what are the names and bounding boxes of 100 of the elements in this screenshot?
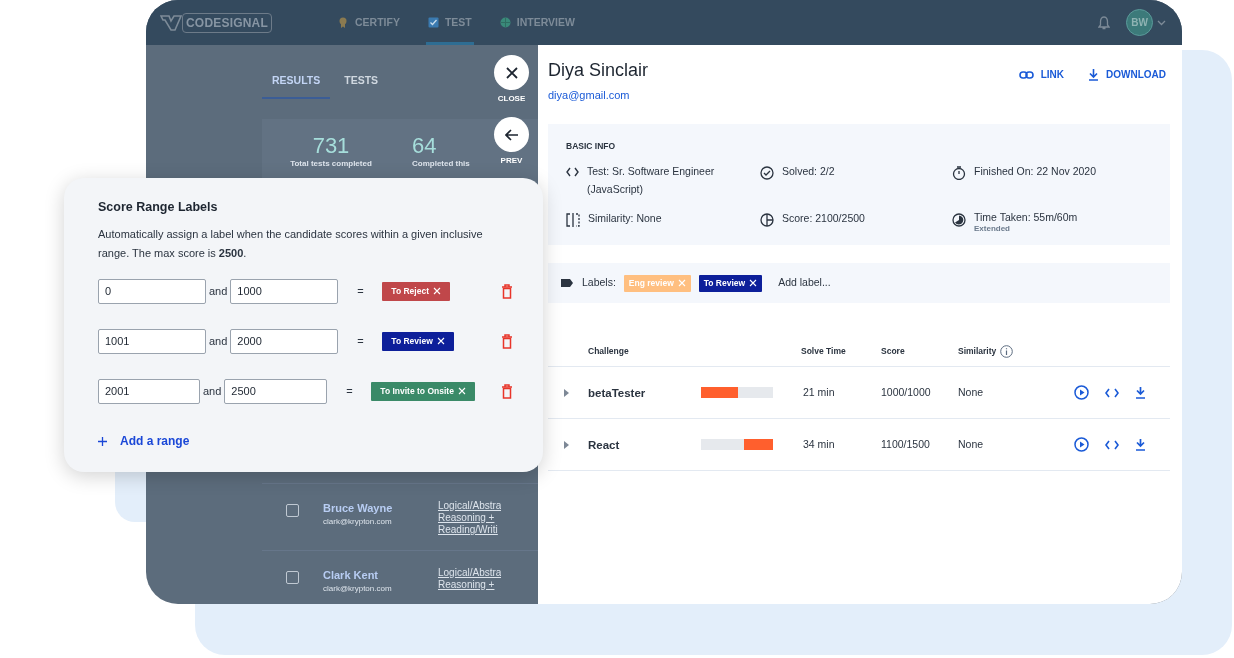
stat-value: 731 xyxy=(312,133,350,158)
column-header: Challenge xyxy=(588,345,630,359)
test-link-line[interactable]: Reading/Writi xyxy=(438,523,502,536)
download-icon[interactable] xyxy=(1135,386,1146,400)
test-link-line[interactable]: Logical/Abstra xyxy=(438,566,502,579)
candidate-email: clark@krypton.com xyxy=(323,516,393,529)
labels-caption: Labels: xyxy=(582,275,616,291)
similarity: None xyxy=(958,384,985,400)
test-link-line[interactable]: Reasoning + xyxy=(438,511,502,524)
plus-icon xyxy=(98,436,107,446)
stat-label: Completed this xyxy=(412,157,470,170)
tag-icon xyxy=(560,278,574,289)
globe-icon xyxy=(499,16,511,29)
label-tag[interactable]: To Invite to Onsite xyxy=(371,381,475,401)
pie-icon xyxy=(760,213,774,228)
trash-icon[interactable] xyxy=(501,383,513,399)
score: 1000/1000 xyxy=(881,384,932,400)
label-tag[interactable]: To Reject xyxy=(382,281,450,301)
equals-sign: = xyxy=(356,284,365,299)
candidate-name[interactable]: Clark Kent xyxy=(323,566,438,584)
dialog-title: Score Range Labels xyxy=(98,199,219,216)
info-text: Similarity: None xyxy=(588,211,662,227)
column-header: Solve Time xyxy=(801,345,847,359)
section-title: BASIC INFO xyxy=(566,140,617,153)
label-tag[interactable]: To Review xyxy=(382,331,454,351)
info-text: Finished On: 22 Nov 2020 xyxy=(974,163,1096,179)
challenge-name: betaTester xyxy=(588,386,647,401)
checkbox[interactable] xyxy=(286,503,299,517)
download-icon xyxy=(1088,68,1099,81)
half-clock-icon xyxy=(952,213,966,228)
expand-icon[interactable] xyxy=(564,388,569,397)
similarity: None xyxy=(958,436,985,452)
dialog-description: Automatically assign a label when the candidate scores within a given inclusive range. The max score is 2500. xyxy=(98,226,484,261)
nav-tab[interactable]: TEST xyxy=(425,0,474,45)
solve-time: 21 min xyxy=(803,385,835,398)
stopwatch-icon xyxy=(952,165,966,180)
logo-icon xyxy=(160,13,182,32)
checkbox[interactable] xyxy=(286,570,299,584)
column-header: Score xyxy=(881,345,906,359)
candidate-email: clark@krypton.com xyxy=(323,583,393,596)
stat-value: 64 xyxy=(412,133,437,158)
range-start-field[interactable]: 0 xyxy=(98,278,206,304)
arrow-left-icon xyxy=(504,128,519,141)
button-label: CLOSE xyxy=(497,93,526,105)
email-link[interactable]: diya@gmail.com xyxy=(548,87,630,104)
and-label: and xyxy=(208,284,229,299)
remove-icon[interactable] xyxy=(436,337,445,346)
range-start-field[interactable]: 2001 xyxy=(98,378,200,404)
close-button[interactable] xyxy=(494,55,529,90)
remove-icon[interactable] xyxy=(749,279,758,288)
info-text: Time Taken: 55m/60m xyxy=(974,210,1078,226)
stat-label: Total tests completed xyxy=(290,157,372,170)
info-text: Score: 2100/2500 xyxy=(782,211,865,227)
candidate-name: Diya Sinclair xyxy=(548,61,649,79)
range-end-field[interactable]: 1000 xyxy=(230,278,339,304)
code-icon[interactable] xyxy=(1105,439,1119,450)
and-label: and xyxy=(202,384,223,399)
link-icon xyxy=(1018,69,1034,80)
results-tab[interactable]: RESULTS xyxy=(262,45,331,99)
info-text: Solved: 2/2 xyxy=(782,163,835,179)
range-end-field[interactable]: 2500 xyxy=(224,378,328,404)
caret-icon[interactable] xyxy=(1157,19,1166,26)
range-end-field[interactable]: 2000 xyxy=(230,328,339,354)
nav-tab[interactable]: CERTIFY xyxy=(336,0,402,45)
test-link-line[interactable]: Logical/Abstra xyxy=(438,499,502,512)
and-label: and xyxy=(208,334,229,349)
candidate-name[interactable]: Bruce Wayne xyxy=(323,499,438,517)
trash-icon[interactable] xyxy=(501,333,513,349)
column-header: Similarity xyxy=(958,345,997,358)
logo[interactable]: CODESIGNAL xyxy=(182,12,272,33)
button-label: PREV xyxy=(500,155,523,167)
add-range-link[interactable]: Add a range xyxy=(98,432,513,451)
bell-icon[interactable] xyxy=(1098,15,1110,30)
code-icon[interactable] xyxy=(1105,387,1119,398)
results-tab[interactable]: TESTS xyxy=(334,45,389,99)
info-note: Extended xyxy=(974,225,1011,234)
add-label-field[interactable]: Add label... xyxy=(778,275,831,291)
info-text: Test: Sr. Software Engineer (JavaScript) xyxy=(587,163,716,197)
solve-time: 34 min xyxy=(803,437,835,450)
challenge-name: React xyxy=(588,438,621,453)
checkbox-icon xyxy=(427,16,439,29)
equals-sign: = xyxy=(356,334,365,349)
badge-icon xyxy=(338,16,349,29)
range-start-field[interactable]: 1001 xyxy=(98,328,206,354)
link-button[interactable]: LINK xyxy=(1018,67,1064,82)
trash-icon[interactable] xyxy=(501,283,513,299)
test-link-line[interactable]: Reasoning + xyxy=(438,578,502,591)
label-tag[interactable]: To Review xyxy=(698,274,763,292)
play-icon[interactable] xyxy=(1074,437,1089,453)
equals-sign: = xyxy=(345,384,354,399)
nav-tab[interactable]: INTERVIEW xyxy=(497,0,577,45)
download-button[interactable]: DOWNLOAD xyxy=(1088,67,1166,82)
close-icon xyxy=(504,65,519,80)
expand-icon[interactable] xyxy=(564,440,569,449)
compare-icon xyxy=(566,213,580,228)
score: 1100/1500 xyxy=(881,436,931,452)
check-circle-icon xyxy=(760,165,774,180)
download-icon[interactable] xyxy=(1135,438,1146,452)
play-icon[interactable] xyxy=(1074,385,1089,401)
info-icon[interactable] xyxy=(1000,345,1014,359)
